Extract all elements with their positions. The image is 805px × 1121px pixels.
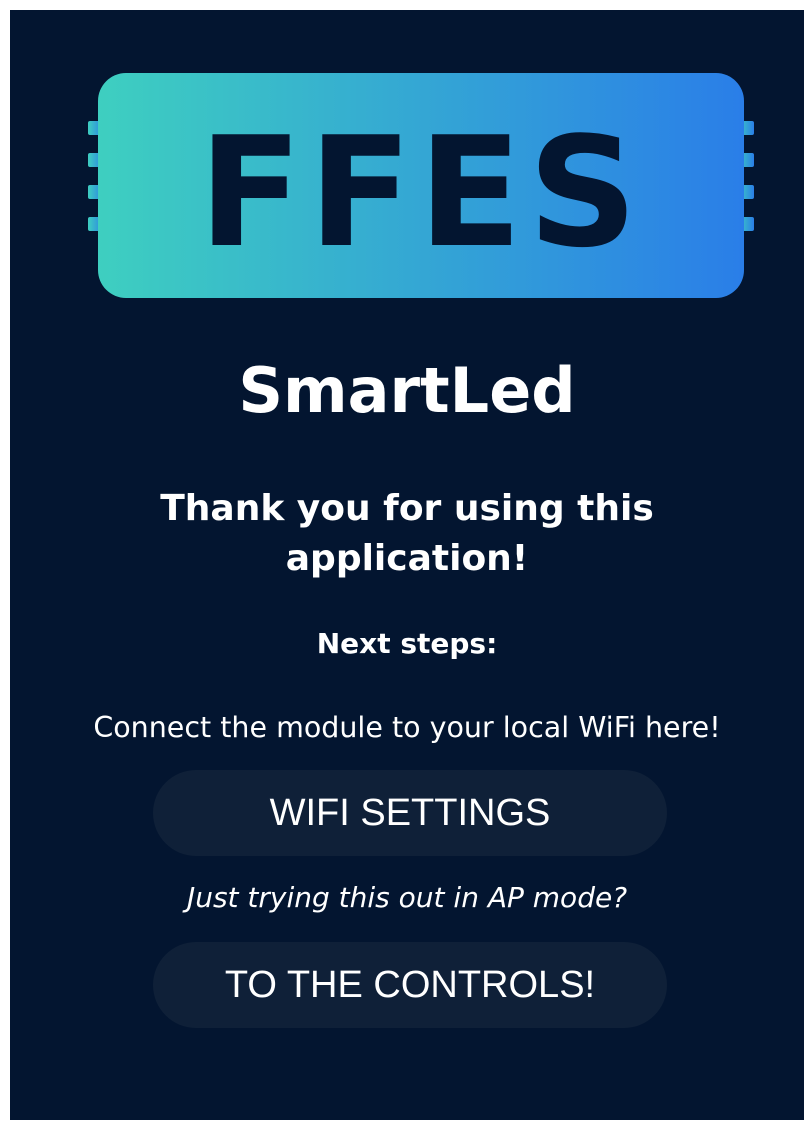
app-screen: FFES SmartLed Thank you for using this a… bbox=[10, 10, 804, 1120]
chip-logo-icon: FFES bbox=[88, 73, 754, 298]
to-controls-button[interactable]: TO THE CONTROLS! bbox=[153, 942, 667, 1028]
ffes-logo: FFES bbox=[88, 73, 754, 298]
ap-mode-question: Just trying this out in AP mode? bbox=[186, 881, 628, 914]
wifi-settings-button[interactable]: WIFI SETTINGS bbox=[153, 770, 667, 856]
logo-text: FFES bbox=[199, 104, 644, 281]
thank-you-message: Thank you for using this application! bbox=[160, 488, 654, 579]
page-title: SmartLed bbox=[238, 354, 576, 427]
next-steps-heading: Next steps: bbox=[316, 627, 498, 660]
connect-wifi-instruction: Connect the module to your local WiFi he… bbox=[93, 711, 721, 744]
